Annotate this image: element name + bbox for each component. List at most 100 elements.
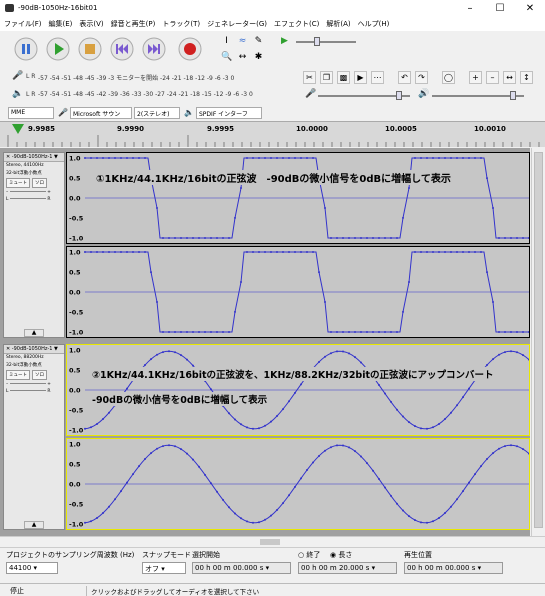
sample-dot bbox=[330, 237, 332, 239]
zoom-tool-icon[interactable]: 🔍 bbox=[221, 52, 232, 63]
sample-dot bbox=[162, 237, 164, 239]
close-track-icon[interactable]: ✕ bbox=[6, 154, 10, 160]
fit-project-icon[interactable]: ↕ bbox=[520, 71, 533, 84]
timeshift-tool-icon[interactable]: ↔ bbox=[237, 52, 248, 63]
silence-icon[interactable]: ⋯ bbox=[371, 71, 384, 84]
y-axis-tick-label: 1.0 bbox=[69, 347, 81, 355]
maximize-icon[interactable]: ☐ bbox=[485, 0, 515, 17]
gain-slider[interactable]: – + bbox=[4, 381, 64, 388]
play-button[interactable] bbox=[46, 37, 70, 61]
end-radio[interactable]: ○ 終了 bbox=[298, 550, 320, 560]
gain-slider[interactable]: – + bbox=[4, 189, 64, 196]
playback-meter-scale[interactable]: -57 -54 -51 -48 -45 -42 -39 -36 -33 -30 … bbox=[38, 91, 253, 100]
waveform-channel[interactable]: 1.0 0.5 0.0 -0.5 -1.0 bbox=[66, 246, 530, 338]
zoom-out-icon[interactable]: – bbox=[486, 71, 499, 84]
record-meter-scale[interactable]: -57 -54 -51 -48 -45 -39 -3 モニターを開始 -24 -… bbox=[38, 73, 234, 82]
menu-analyze[interactable]: 解析(A) bbox=[322, 17, 353, 29]
skip-start-button[interactable] bbox=[110, 37, 134, 61]
waveform-channel[interactable]: 1.0 0.5 0.0 -0.5 -1.0 bbox=[66, 438, 530, 530]
channels-select[interactable]: 2(ステレオ) bbox=[134, 107, 180, 119]
selection-tool-icon[interactable]: I bbox=[221, 36, 232, 47]
pan-slider[interactable]: L R bbox=[4, 196, 64, 203]
track-control-panel[interactable]: ✕ -90dB-1050Hz-1 ▼ Stereo, 88200Hz 32-bi… bbox=[3, 344, 65, 530]
output-slider-thumb-icon[interactable] bbox=[510, 91, 516, 100]
track-control-panel[interactable]: ✕ -90dB-1050Hz-1 ▼ Stereo, 44100Hz 32-bi… bbox=[3, 152, 65, 338]
output-device-select[interactable]: SPDIF インターフ bbox=[196, 107, 262, 119]
play-at-speed-icon[interactable]: ▶ bbox=[279, 36, 290, 47]
menu-effect[interactable]: エフェクト(C) bbox=[270, 17, 322, 29]
input-device-select[interactable]: Microsoft サウン bbox=[70, 107, 132, 119]
paste-icon[interactable]: ▩ bbox=[337, 71, 350, 84]
menu-file[interactable]: ファイル(F) bbox=[0, 17, 45, 29]
track-format: Stereo, 44100Hz bbox=[6, 163, 44, 168]
stop-button[interactable] bbox=[78, 37, 102, 61]
sample-dot bbox=[276, 415, 278, 418]
input-slider-thumb-icon[interactable] bbox=[396, 91, 402, 100]
sample-dot bbox=[210, 331, 212, 333]
cut-icon[interactable]: ✂ bbox=[303, 71, 316, 84]
project-rate-select[interactable]: 44100 ▾ bbox=[6, 562, 58, 574]
track-name-menu[interactable]: ✕ -90dB-1050Hz-1 ▼ bbox=[4, 153, 64, 162]
copy-icon[interactable]: ❐ bbox=[320, 71, 333, 84]
waveform-channel[interactable]: 1.0 0.5 0.0 -0.5 -1.0 bbox=[66, 344, 530, 436]
sample-dot bbox=[186, 452, 188, 455]
collapse-track-icon[interactable]: ▲ bbox=[24, 521, 44, 529]
track-name-menu[interactable]: ✕ -90dB-1050Hz-1 ▼ bbox=[4, 345, 64, 354]
draw-tool-icon[interactable]: ✎ bbox=[253, 36, 264, 47]
sync-lock-icon[interactable]: ◯ bbox=[442, 71, 455, 84]
selection-length-field[interactable]: 00 h 00 m 20.000 s ▾ bbox=[298, 562, 397, 574]
sample-dot bbox=[432, 157, 434, 159]
minimize-icon[interactable]: – bbox=[455, 0, 485, 17]
envelope-tool-icon[interactable]: ≈ bbox=[237, 36, 248, 47]
vertical-scrollbar[interactable] bbox=[531, 148, 545, 536]
close-icon[interactable]: ✕ bbox=[515, 0, 545, 17]
undo-icon[interactable]: ↶ bbox=[398, 71, 411, 84]
menu-tracks[interactable]: トラック(T) bbox=[158, 17, 203, 29]
multi-tool-icon[interactable]: ✱ bbox=[253, 52, 264, 63]
length-radio[interactable]: ◉ 長さ bbox=[330, 550, 352, 560]
scroll-thumb[interactable] bbox=[260, 539, 280, 545]
solo-button[interactable]: ソロ bbox=[32, 178, 47, 188]
play-position-field[interactable]: 00 h 00 m 00.000 s ▾ bbox=[404, 562, 503, 574]
fit-selection-icon[interactable]: ↔ bbox=[503, 71, 516, 84]
mute-button[interactable]: ミュート bbox=[6, 178, 30, 188]
menu-edit[interactable]: 編集(E) bbox=[45, 17, 76, 29]
sample-dot bbox=[384, 237, 386, 239]
mute-button[interactable]: ミュート bbox=[6, 370, 30, 380]
sample-dot bbox=[204, 331, 206, 333]
menu-view[interactable]: 表示(V) bbox=[75, 17, 106, 29]
audio-host-select[interactable]: MME bbox=[8, 107, 54, 119]
menu-transport[interactable]: 録音と再生(P) bbox=[107, 17, 159, 29]
play-speed-slider[interactable] bbox=[296, 37, 356, 46]
collapse-track-icon[interactable]: ▲ bbox=[24, 329, 44, 337]
y-axis-tick-label: -1.0 bbox=[69, 427, 84, 435]
mic-device-icon: 🎤 bbox=[58, 108, 68, 117]
output-volume-slider[interactable] bbox=[432, 91, 524, 100]
input-volume-slider[interactable] bbox=[318, 91, 410, 100]
scroll-thumb[interactable] bbox=[534, 152, 543, 528]
snap-mode-select[interactable]: オフ ▾ bbox=[142, 562, 186, 574]
timeline-ruler[interactable]: 9.9985 9.9990 9.9995 10.0000 10.0005 10.… bbox=[0, 121, 545, 147]
pin-head-icon[interactable] bbox=[12, 124, 24, 134]
trim-icon[interactable]: ▶ bbox=[354, 71, 367, 84]
slider-thumb-icon[interactable] bbox=[314, 37, 320, 46]
play-lr-label: L R bbox=[26, 91, 36, 98]
close-track-icon[interactable]: ✕ bbox=[6, 346, 10, 352]
horizontal-scrollbar[interactable] bbox=[0, 536, 545, 547]
sample-dot bbox=[150, 271, 152, 274]
sample-dot bbox=[372, 237, 374, 239]
zoom-in-icon[interactable]: + bbox=[469, 71, 482, 84]
menu-generate[interactable]: ジェネレーター(G) bbox=[203, 17, 270, 29]
solo-button[interactable]: ソロ bbox=[32, 370, 47, 380]
skip-end-button[interactable] bbox=[142, 37, 166, 61]
waveform-channel[interactable]: 1.0 0.5 0.0 -0.5 -1.0 bbox=[66, 152, 530, 244]
stop-icon bbox=[78, 37, 102, 61]
record-button[interactable] bbox=[178, 37, 202, 61]
sample-dot bbox=[402, 509, 404, 512]
selection-start-field[interactable]: 00 h 00 m 00.000 s ▾ bbox=[192, 562, 291, 574]
redo-icon[interactable]: ↷ bbox=[415, 71, 428, 84]
sample-dot bbox=[168, 444, 170, 447]
pan-slider[interactable]: L R bbox=[4, 388, 64, 395]
menu-help[interactable]: ヘルプ(H) bbox=[354, 17, 393, 29]
pause-button[interactable] bbox=[14, 37, 38, 61]
